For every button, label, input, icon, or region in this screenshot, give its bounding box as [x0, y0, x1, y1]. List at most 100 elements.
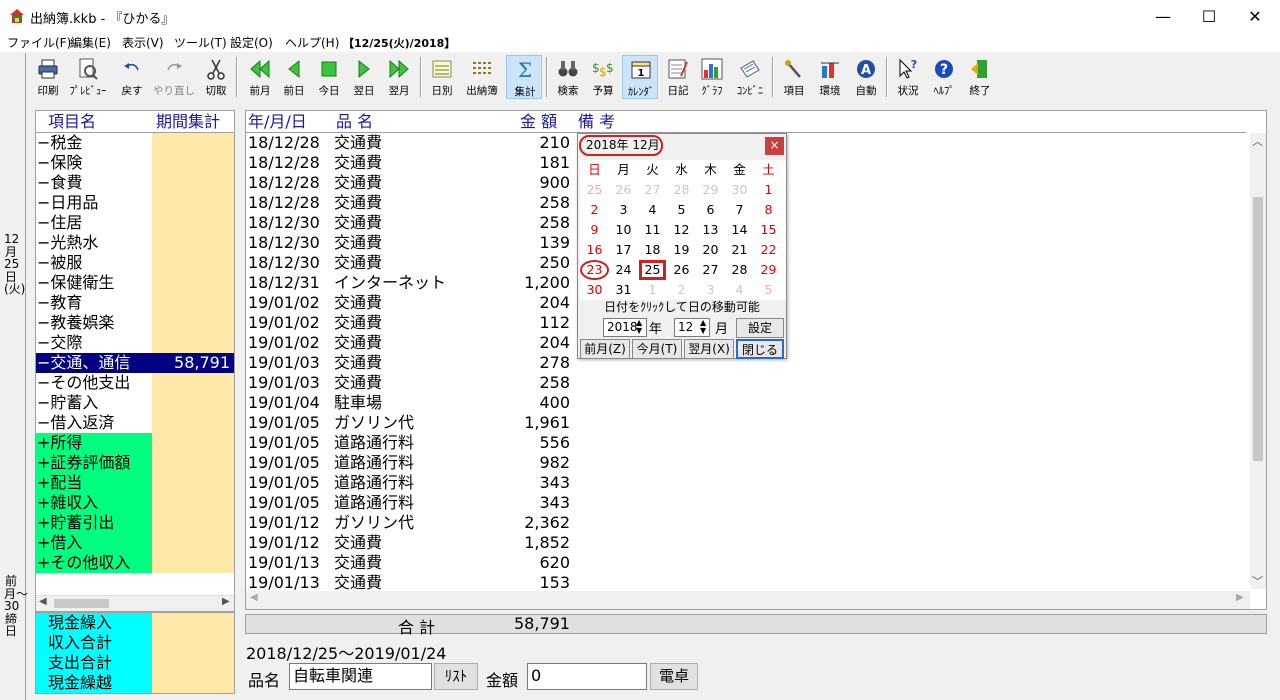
header-note[interactable]: 備 考 — [578, 111, 615, 133]
calendar-day[interactable]: 14 — [725, 220, 754, 240]
month-spinbox[interactable]: 12 ▲ ▼ — [674, 318, 710, 337]
year-spinbox[interactable]: 2018 ▲ ▼ — [603, 318, 647, 337]
category-row[interactable]: −税金 — [36, 133, 234, 153]
calendar-day[interactable]: 20 — [696, 240, 725, 260]
calendar-day[interactable]: 4 — [725, 280, 754, 300]
calendar-this-month-button[interactable]: 今月(T) — [632, 339, 682, 359]
hscroll-right-icon[interactable]: ▶ — [1236, 592, 1244, 603]
calendar-day[interactable]: 8 — [754, 200, 783, 220]
category-row[interactable]: −食費 — [36, 173, 234, 193]
transaction-row[interactable]: 19/01/05 道路通行料 982 — [246, 453, 1246, 473]
daily-button[interactable]: 日別 — [424, 55, 460, 99]
category-row[interactable]: +その他収入 — [36, 553, 234, 573]
calendar-prev-month-button[interactable]: 前月(Z) — [580, 339, 630, 359]
category-row[interactable]: −その他支出 — [36, 373, 234, 393]
category-row[interactable]: +雑収入 — [36, 493, 234, 513]
category-row[interactable]: +所得 — [36, 433, 234, 453]
transaction-row[interactable]: 19/01/05 道路通行料 343 — [246, 473, 1246, 493]
scroll-left-icon[interactable]: ◀ — [39, 596, 47, 607]
environment-button[interactable]: 環境 — [812, 55, 848, 99]
calendar-day[interactable]: 28 — [667, 180, 696, 200]
calendar-day[interactable]: 13 — [696, 220, 725, 240]
menu-tools[interactable]: ツール(T) — [174, 34, 227, 51]
header-period-total[interactable]: 期間集計 — [152, 111, 234, 131]
transaction-hscrollbar[interactable]: ◀ ▶ — [246, 591, 1250, 609]
transaction-row[interactable]: 19/01/04 駐車場 400 — [246, 393, 1246, 413]
redo-button[interactable]: やり直し — [153, 55, 195, 99]
header-item-name[interactable]: 項目名 — [36, 111, 152, 131]
category-row[interactable]: −教養娯楽 — [36, 313, 234, 333]
hscroll-left-icon[interactable]: ◀ — [250, 592, 258, 603]
category-row[interactable]: −交通、通信 58,791 — [36, 353, 234, 373]
scroll-right-icon[interactable]: ▶ — [222, 596, 230, 607]
calendar-next-month-button[interactable]: 翌月(X) — [684, 339, 734, 359]
close-button[interactable]: ✕ — [1232, 0, 1278, 32]
category-row[interactable]: −日用品 — [36, 193, 234, 213]
summary-button[interactable]: Σ 集計 — [506, 55, 542, 99]
calendar-day[interactable]: 30 — [725, 180, 754, 200]
calendar-day[interactable]: 11 — [638, 220, 667, 240]
category-row[interactable]: −住居 — [36, 213, 234, 233]
calendar-day[interactable]: 25 — [580, 180, 609, 200]
calendar-day[interactable]: 25 — [639, 260, 666, 280]
calendar-day[interactable]: 31 — [609, 280, 638, 300]
transaction-row[interactable]: 19/01/03 交通費 258 — [246, 373, 1246, 393]
transaction-row[interactable]: 19/01/12 ガソリン代 2,362 — [246, 513, 1246, 533]
calendar-day[interactable]: 5 — [667, 200, 696, 220]
vertical-date-text[interactable]: 12月25日(火) — [4, 233, 25, 296]
calendar-day[interactable]: 24 — [609, 260, 638, 280]
menu-edit[interactable]: 編集(E) — [70, 34, 111, 51]
vscroll-thumb[interactable] — [1253, 197, 1263, 461]
calendar-day[interactable]: 19 — [667, 240, 696, 260]
undo-button[interactable]: 戻す — [114, 55, 150, 99]
calendar-day[interactable]: 22 — [754, 240, 783, 260]
calendar-day[interactable]: 15 — [754, 220, 783, 240]
category-row[interactable]: −交際 — [36, 333, 234, 353]
amount-input[interactable]: 0 — [527, 663, 647, 690]
menu-settings[interactable]: 設定(O) — [230, 34, 273, 51]
transaction-row[interactable]: 19/01/13 交通費 153 — [246, 573, 1246, 593]
maximize-button[interactable]: ☐ — [1186, 0, 1232, 32]
transaction-row[interactable]: 19/01/05 道路通行料 556 — [246, 433, 1246, 453]
calendar-day[interactable]: 21 — [725, 240, 754, 260]
calendar-day[interactable]: 5 — [754, 280, 783, 300]
vertical-period-text[interactable]: 前月〜30締日 — [4, 575, 28, 638]
calendar-close-icon[interactable]: × — [765, 137, 784, 155]
category-row[interactable]: +借入 — [36, 533, 234, 553]
items-button[interactable]: 項目 — [776, 55, 812, 99]
category-row[interactable]: −保険 — [36, 153, 234, 173]
calendar-day[interactable]: 29 — [696, 180, 725, 200]
preview-button[interactable]: ﾌﾟﾚﾋﾞｭｰ — [70, 55, 106, 99]
calendar-button[interactable]: 1 ｶﾚﾝﾀﾞ — [622, 55, 658, 99]
item-name-input[interactable]: 自転車関連 — [289, 663, 432, 690]
calendar-day[interactable]: 12 — [667, 220, 696, 240]
scroll-thumb[interactable] — [54, 599, 109, 608]
header-amount[interactable]: 金 額 — [520, 111, 557, 133]
help-button[interactable]: ? ﾍﾙﾌﾟ — [926, 55, 962, 99]
category-row[interactable]: −被服 — [36, 253, 234, 273]
calendar-day[interactable]: 16 — [580, 240, 609, 260]
year-spin-arrows-icon[interactable]: ▲ ▼ — [636, 319, 642, 335]
transaction-row[interactable]: 19/01/05 道路通行料 343 — [246, 493, 1246, 513]
calendar-day[interactable]: 2 — [667, 280, 696, 300]
calendar-day[interactable]: 26 — [667, 260, 696, 280]
calendar-day[interactable]: 7 — [725, 200, 754, 220]
calendar-day[interactable]: 30 — [580, 280, 609, 300]
calendar-day[interactable]: 9 — [580, 220, 609, 240]
scroll-down-icon[interactable]: ﹀ — [1252, 573, 1263, 589]
calendar-day[interactable]: 27 — [638, 180, 667, 200]
category-row[interactable]: −貯蓄入 — [36, 393, 234, 413]
header-item[interactable]: 品 名 — [336, 111, 373, 133]
calendar-day[interactable]: 1 — [638, 280, 667, 300]
minimize-button[interactable]: — — [1140, 0, 1186, 32]
calendar-day[interactable]: 2 — [580, 200, 609, 220]
convenience-button[interactable]: ｺﾝﾋﾞﾆ — [732, 55, 768, 99]
category-row[interactable]: −保健衛生 — [36, 273, 234, 293]
calendar-day[interactable]: 17 — [609, 240, 638, 260]
category-row[interactable]: +貯蓄引出 — [36, 513, 234, 533]
category-row[interactable]: −教育 — [36, 293, 234, 313]
menu-view[interactable]: 表示(V) — [122, 34, 164, 51]
calendar-day[interactable]: 23 — [580, 260, 609, 280]
calendar-day[interactable]: 29 — [754, 260, 783, 280]
menu-file[interactable]: ファイル(F) — [7, 34, 71, 51]
